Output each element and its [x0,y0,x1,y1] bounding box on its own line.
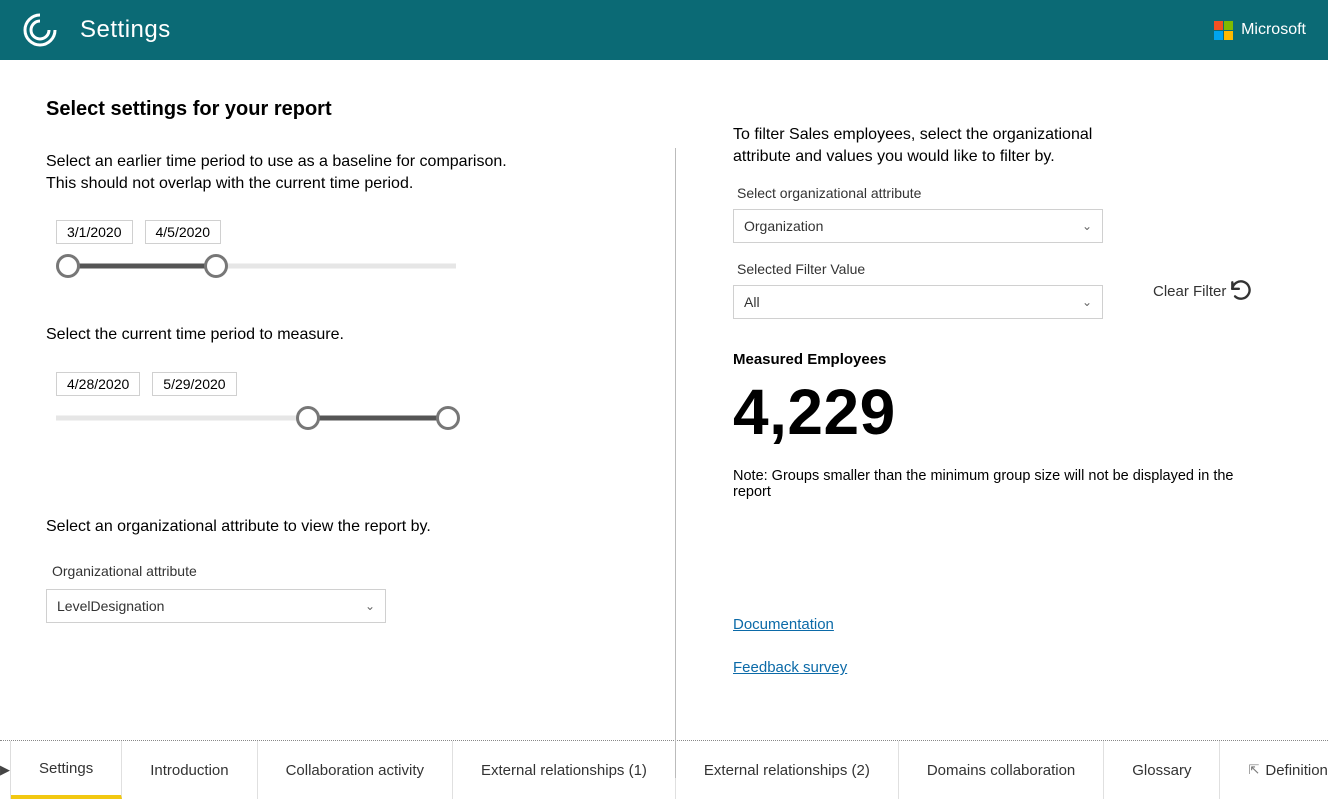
chevron-down-icon: ⌄ [365,599,375,613]
tab-introduction[interactable]: Introduction [122,741,257,799]
baseline-range-slider[interactable] [56,258,456,274]
tab-domains-collaboration[interactable]: Domains collaboration [899,741,1104,799]
current-period-description: Select the current time period to measur… [46,324,615,346]
group-size-note: Note: Groups smaller than the minimum gr… [733,468,1273,500]
baseline-period-description: Select an earlier time period to use as … [46,151,615,194]
filter-value-label: Selected Filter Value [737,261,1308,277]
page-title: Settings [80,16,171,44]
microsoft-brand-text: Microsoft [1241,21,1306,39]
microsoft-brand: Microsoft [1214,21,1306,40]
measured-employees-value: 4,229 [733,380,1308,444]
filter-org-attr-label: Select organizational attribute [737,185,1308,201]
org-attribute-value: LevelDesignation [57,598,164,614]
top-bar: Settings Microsoft [0,0,1328,60]
filter-value-value: All [744,294,760,310]
documentation-link[interactable]: Documentation [733,616,834,633]
baseline-start-date[interactable]: 3/1/2020 [56,220,133,244]
baseline-slider-thumb-start[interactable] [56,254,80,278]
baseline-slider-thumb-end[interactable] [204,254,228,278]
chevron-down-icon: ⌄ [1082,219,1092,233]
filter-intro-text: To filter Sales employees, select the or… [733,124,1093,167]
filter-org-attr-value: Organization [744,218,823,234]
tab-collaboration-activity[interactable]: Collaboration activity [258,741,453,799]
current-range-slider[interactable] [56,410,456,426]
tabs-expand-button[interactable]: ▶ [0,741,11,799]
org-attribute-description: Select an organizational attribute to vi… [46,516,615,538]
chevron-down-icon: ⌄ [1082,295,1092,309]
org-attribute-select[interactable]: LevelDesignation ⌄ [46,589,386,623]
feedback-survey-link[interactable]: Feedback survey [733,659,847,676]
tab-settings[interactable]: Settings [11,741,122,799]
current-slider-thumb-end[interactable] [436,406,460,430]
current-slider-thumb-start[interactable] [296,406,320,430]
settings-heading: Select settings for your report [46,98,615,121]
tab-external-relationships-2[interactable]: External relationships (2) [676,741,899,799]
page-tabs: ▶ Settings Introduction Collaboration ac… [0,740,1328,799]
clear-filter-button[interactable]: Clear Filter [1153,278,1254,304]
app-logo-icon [22,12,58,48]
microsoft-logo-icon [1214,21,1233,40]
org-attribute-label: Organizational attribute [52,563,615,579]
filter-org-attr-select[interactable]: Organization ⌄ [733,209,1103,243]
current-end-date[interactable]: 5/29/2020 [152,372,236,396]
measured-employees-label: Measured Employees [733,351,1308,368]
current-start-date[interactable]: 4/28/2020 [56,372,140,396]
clear-filter-label: Clear Filter [1153,283,1226,300]
tab-glossary[interactable]: Glossary [1104,741,1220,799]
filter-value-select[interactable]: All ⌄ [733,285,1103,319]
undo-icon [1228,278,1254,304]
tab-definition[interactable]: ⇱ Definition T [1220,741,1328,799]
pin-icon: ⇱ [1248,762,1259,778]
baseline-end-date[interactable]: 4/5/2020 [145,220,222,244]
tab-external-relationships-1[interactable]: External relationships (1) [453,741,676,799]
